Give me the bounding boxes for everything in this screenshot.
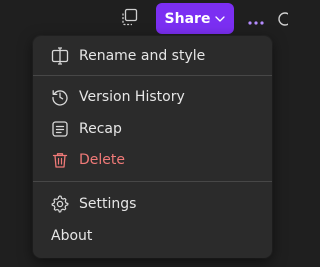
overflow-icon-partial[interactable] (276, 10, 288, 28)
menu-item-label: Rename and style (79, 48, 206, 64)
menu-item-rename-and-style[interactable]: Rename and style (33, 41, 272, 71)
menu-item-about[interactable]: About (33, 221, 272, 251)
chevron-down-icon (215, 16, 226, 22)
menu-item-label: About (51, 228, 93, 244)
share-button-label: Share (164, 10, 211, 27)
menu-divider (33, 75, 272, 76)
menu-item-label: Recap (79, 121, 122, 137)
gear-icon (50, 194, 70, 214)
menu-item-label: Delete (79, 152, 125, 168)
menu-item-settings[interactable]: Settings (33, 189, 272, 219)
recap-icon (50, 119, 70, 139)
app-window: Share Rename and style Version History R… (0, 0, 288, 267)
rename-style-icon (50, 46, 70, 66)
share-button[interactable]: Share (156, 3, 234, 34)
menu-divider (33, 181, 272, 182)
more-options-button[interactable] (244, 8, 268, 30)
menu-item-recap[interactable]: Recap (33, 114, 272, 144)
menu-item-version-history[interactable]: Version History (33, 82, 272, 112)
menu-item-label: Settings (79, 196, 137, 212)
options-menu: Rename and style Version History Recap D… (33, 36, 272, 258)
menu-item-label: Version History (79, 89, 185, 105)
copy-button[interactable] (116, 6, 142, 32)
trash-icon (50, 150, 70, 170)
menu-item-delete[interactable]: Delete (33, 145, 272, 175)
more-dots-icon (248, 10, 264, 29)
history-icon (50, 87, 70, 107)
copy-icon (120, 8, 138, 30)
